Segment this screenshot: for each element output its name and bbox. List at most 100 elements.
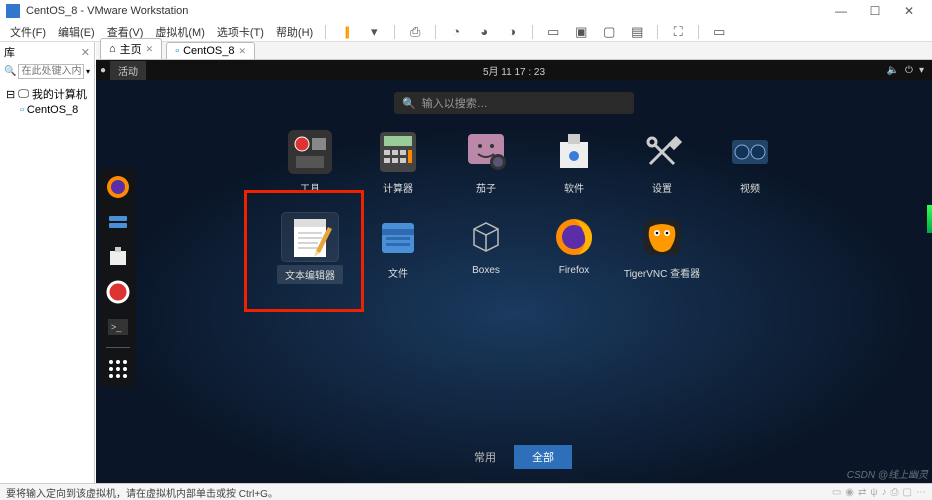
vm-tab-icon: ▫ xyxy=(175,45,179,57)
dev-usb-icon[interactable]: ψ xyxy=(870,487,877,498)
clock[interactable]: 5月 11 17 : 23 xyxy=(483,63,545,78)
view-toggle: 常用 全部 xyxy=(456,445,572,469)
pause-icon[interactable]: || xyxy=(338,24,354,40)
console-icon[interactable]: ▭ xyxy=(711,24,727,40)
system-dropdown-icon[interactable]: ▾ xyxy=(919,65,924,76)
tree-root-node[interactable]: ⊟ 🖵 我的计算机 xyxy=(2,85,92,103)
revert-icon[interactable]: ◑ xyxy=(504,24,520,40)
app-files[interactable]: 文件 xyxy=(354,213,442,284)
search-icon: 🔍 xyxy=(4,66,16,77)
toggle-frequent[interactable]: 常用 xyxy=(456,445,514,469)
dock-files[interactable] xyxy=(103,207,132,236)
menu-help[interactable]: 帮助(H) xyxy=(276,24,313,40)
app-cheese[interactable]: 茄子 xyxy=(442,128,530,195)
maximize-button[interactable]: ☐ xyxy=(858,4,892,18)
app-software[interactable]: 软件 xyxy=(530,128,618,195)
app-label: 茄子 xyxy=(476,180,496,195)
window-titlebar: CentOS_8 - VMware Workstation — ☐ ✕ xyxy=(0,0,932,22)
tree-vm-node[interactable]: ▫ CentOS_8 xyxy=(2,103,92,117)
library-panel: 库 ✕ 🔍 ▾ ⊟ 🖵 我的计算机 ▫ CentOS_8 xyxy=(0,42,95,483)
search-dropdown-icon[interactable]: ▾ xyxy=(86,67,90,76)
unity-icon[interactable]: ▤ xyxy=(629,24,645,40)
annotation-highlight xyxy=(244,190,364,312)
device-icons: ▭ ◉ ⇄ ψ ♪ ⎙ ▢ ⋯ xyxy=(832,487,926,498)
dock-terminal[interactable]: >_ xyxy=(103,312,132,341)
snapshot-manage-icon[interactable]: ◕ xyxy=(476,24,492,40)
app-firefox[interactable]: Firefox xyxy=(530,213,618,284)
send-keys-icon[interactable]: ⎙ xyxy=(407,24,423,40)
status-hint: 要将输入定向到该虚拟机，请在虚拟机内部单击或按 Ctrl+G。 xyxy=(6,485,278,500)
tab-home-close-icon[interactable]: ✕ xyxy=(146,44,154,55)
toggle-all[interactable]: 全部 xyxy=(514,445,572,469)
dock-apps-grid[interactable] xyxy=(103,354,132,383)
dev-hdd-icon[interactable]: ▭ xyxy=(832,487,841,498)
app-label: 计算器 xyxy=(383,180,413,195)
fit-window-icon[interactable]: ▣ xyxy=(573,24,589,40)
dev-sound-icon[interactable]: ♪ xyxy=(882,487,887,498)
gnome-topbar: ● 活动 5月 11 17 : 23 🔈 ⏻ ▾ xyxy=(96,60,932,80)
power-icon[interactable]: ⏻ xyxy=(905,65,913,76)
fullscreen-icon[interactable]: ⛶ xyxy=(670,24,686,40)
app-label: Firefox xyxy=(559,265,590,276)
app-calculator[interactable]: 计算器 xyxy=(354,128,442,195)
dock-firefox[interactable] xyxy=(103,172,132,201)
app-label: 文件 xyxy=(388,265,408,280)
dev-printer-icon[interactable]: ⎙ xyxy=(891,487,899,498)
status-bar: 要将输入定向到该虚拟机，请在虚拟机内部单击或按 Ctrl+G。 ▭ ◉ ⇄ ψ … xyxy=(0,483,932,500)
dock-help[interactable] xyxy=(103,277,132,306)
app-videos[interactable]: 视频 xyxy=(706,128,794,195)
tab-vm-close-icon[interactable]: ✕ xyxy=(238,46,246,57)
app-label: 软件 xyxy=(564,180,584,195)
dev-cd-icon[interactable]: ◉ xyxy=(845,487,854,498)
app-tigervnc[interactable]: TigerVNC 查看器 xyxy=(618,213,706,284)
library-title: 库 xyxy=(4,44,15,60)
vmware-icon xyxy=(6,4,20,18)
menu-edit[interactable]: 编辑(E) xyxy=(58,24,95,40)
dev-more-icon[interactable]: ⋯ xyxy=(916,487,926,498)
close-button[interactable]: ✕ xyxy=(892,4,926,18)
app-utilities[interactable]: 工具 xyxy=(266,128,354,195)
app-label: Boxes xyxy=(472,265,500,276)
vm-desktop[interactable]: ● 活动 5月 11 17 : 23 🔈 ⏻ ▾ 🔍 输入以搜索… >_ 工具 xyxy=(96,60,932,483)
tab-vm[interactable]: ▫ CentOS_8 ✕ xyxy=(166,42,255,59)
stretch-icon[interactable]: ▢ xyxy=(601,24,617,40)
dock-software[interactable] xyxy=(103,242,132,271)
app-label: 视频 xyxy=(740,180,760,195)
dot-icon: ● xyxy=(96,65,110,76)
menu-file[interactable]: 文件(F) xyxy=(10,24,46,40)
minimize-button[interactable]: — xyxy=(824,4,858,18)
tab-home[interactable]: ⌂ 主页 ✕ xyxy=(100,38,162,59)
library-close-icon[interactable]: ✕ xyxy=(81,46,90,59)
fit-guest-icon[interactable]: ▭ xyxy=(545,24,561,40)
snapshot-icon[interactable]: ◔ xyxy=(448,24,464,40)
tree-vm-label: CentOS_8 xyxy=(27,104,78,116)
dev-net-icon[interactable]: ⇄ xyxy=(858,487,866,498)
watermark: CSDN @线上幽灵 xyxy=(847,466,928,481)
search-icon: 🔍 xyxy=(402,97,416,110)
computer-icon: 🖵 xyxy=(18,88,29,101)
dev-display-icon[interactable]: ▢ xyxy=(903,487,912,498)
edge-indicator xyxy=(927,205,932,233)
tab-vm-label: CentOS_8 xyxy=(183,45,234,57)
window-title: CentOS_8 - VMware Workstation xyxy=(26,5,188,17)
tab-row: ⌂ 主页 ✕ ▫ CentOS_8 ✕ xyxy=(96,42,932,60)
menu-tabs[interactable]: 选项卡(T) xyxy=(217,24,264,40)
home-icon: ⌂ xyxy=(109,43,116,55)
volume-icon[interactable]: 🔈 xyxy=(887,65,899,76)
vm-icon: ▫ xyxy=(20,104,24,116)
dock: >_ xyxy=(99,168,136,387)
app-label: 设置 xyxy=(652,180,672,195)
app-boxes[interactable]: Boxes xyxy=(442,213,530,284)
app-label: TigerVNC 查看器 xyxy=(624,265,700,280)
svg-text:>_: >_ xyxy=(111,322,122,332)
tab-home-label: 主页 xyxy=(120,41,142,57)
expand-icon[interactable]: ⊟ xyxy=(6,88,15,101)
app-settings[interactable]: 设置 xyxy=(618,128,706,195)
search-placeholder: 输入以搜索… xyxy=(422,95,488,111)
tree-root-label: 我的计算机 xyxy=(32,86,87,102)
library-search-input[interactable] xyxy=(18,64,84,79)
activities-button[interactable]: 活动 xyxy=(110,61,146,80)
dropdown-icon[interactable]: ▾ xyxy=(366,24,382,40)
menu-vm[interactable]: 虚拟机(M) xyxy=(155,24,205,40)
search-input[interactable]: 🔍 输入以搜索… xyxy=(394,92,634,114)
